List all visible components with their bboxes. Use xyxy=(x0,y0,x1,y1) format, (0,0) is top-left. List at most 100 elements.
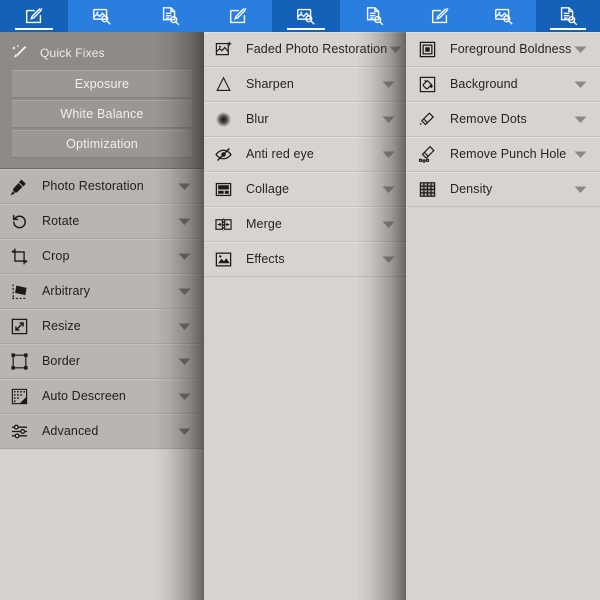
paint-bucket-icon xyxy=(418,75,444,94)
chevron-down-icon[interactable] xyxy=(176,392,192,401)
menu-item-label: Background xyxy=(450,77,518,91)
app-screen: Quick Fixes Exposure White Balance Optim… xyxy=(0,0,600,600)
chevron-down-icon[interactable] xyxy=(176,287,192,296)
menu-item-label: Density xyxy=(450,182,493,196)
menu-item-label: Arbitrary xyxy=(42,284,91,298)
magic-wand-sparkle-icon xyxy=(10,43,36,63)
menu-item-auto-descreen[interactable]: Auto Descreen xyxy=(0,379,204,414)
menu-item-density[interactable]: Density xyxy=(408,172,600,207)
quick-fixes-section: Quick Fixes Exposure White Balance Optim… xyxy=(0,32,204,169)
merge-icon xyxy=(214,215,240,234)
photo-magic-wand-icon xyxy=(295,5,317,27)
chevron-down-icon[interactable] xyxy=(176,427,192,436)
menu-item-label: Photo Restoration xyxy=(42,179,144,193)
tab-edit[interactable] xyxy=(204,0,272,32)
column-photo: Faded Photo Restoration Sharpen Blur Ant… xyxy=(204,0,408,600)
border-icon xyxy=(10,352,36,371)
chevron-down-icon[interactable] xyxy=(572,185,588,194)
tabbar-document xyxy=(408,0,600,32)
menu-item-label: Foreground Boldness xyxy=(450,42,572,56)
pencil-edit-icon xyxy=(429,5,451,27)
menu-item-label: Remove Dots xyxy=(450,112,527,126)
document-menu-list: Foreground Boldness Background Remove Do… xyxy=(408,32,600,207)
quick-fix-optimization-button[interactable]: Optimization xyxy=(12,130,192,158)
panel-edit: Quick Fixes Exposure White Balance Optim… xyxy=(0,32,204,600)
menu-item-photo-restoration[interactable]: Photo Restoration xyxy=(0,169,204,204)
menu-item-label: Remove Punch Hole xyxy=(450,147,567,161)
photo-magic-wand-icon xyxy=(493,5,515,27)
quick-fix-exposure-button[interactable]: Exposure xyxy=(12,70,192,98)
menu-item-crop[interactable]: Crop xyxy=(0,239,204,274)
chevron-down-icon[interactable] xyxy=(387,45,403,54)
menu-item-effects[interactable]: Effects xyxy=(204,242,408,277)
photo-plus-icon xyxy=(214,40,240,59)
chevron-down-icon[interactable] xyxy=(380,255,396,264)
tabbar-photo xyxy=(204,0,408,32)
sliders-icon xyxy=(10,422,36,441)
menu-item-background[interactable]: Background xyxy=(408,67,600,102)
menu-item-arbitrary[interactable]: Arbitrary xyxy=(0,274,204,309)
menu-item-label: Resize xyxy=(42,319,81,333)
menu-item-rotate[interactable]: Rotate xyxy=(0,204,204,239)
menu-item-label: Anti red eye xyxy=(246,147,314,161)
menu-item-collage[interactable]: Collage xyxy=(204,172,408,207)
tab-document[interactable] xyxy=(536,0,600,32)
descreen-halftone-icon xyxy=(10,387,36,406)
tab-photo[interactable] xyxy=(272,0,340,32)
tab-photo[interactable] xyxy=(68,0,136,32)
quick-fixes-header: Quick Fixes xyxy=(0,38,204,68)
eraser-dots-icon xyxy=(418,110,444,129)
menu-item-faded-photo-restoration[interactable]: Faded Photo Restoration xyxy=(204,32,408,67)
photo-menu-list: Faded Photo Restoration Sharpen Blur Ant… xyxy=(204,32,408,277)
tab-edit[interactable] xyxy=(0,0,68,32)
tab-document[interactable] xyxy=(340,0,408,32)
chevron-down-icon[interactable] xyxy=(380,115,396,124)
menu-item-remove-dots[interactable]: Remove Dots xyxy=(408,102,600,137)
triangle-sharpen-icon xyxy=(214,75,240,94)
chevron-down-icon[interactable] xyxy=(176,217,192,226)
menu-item-label: Merge xyxy=(246,217,282,231)
tab-photo[interactable] xyxy=(472,0,536,32)
chevron-down-icon[interactable] xyxy=(176,322,192,331)
menu-item-border[interactable]: Border xyxy=(0,344,204,379)
chevron-down-icon[interactable] xyxy=(380,80,396,89)
chevron-down-icon[interactable] xyxy=(380,185,396,194)
eye-slash-icon xyxy=(214,145,240,164)
chevron-down-icon[interactable] xyxy=(572,45,588,54)
menu-item-remove-punch-hole[interactable]: Remove Punch Hole xyxy=(408,137,600,172)
chevron-down-icon[interactable] xyxy=(176,182,192,191)
pencil-edit-icon xyxy=(227,5,249,27)
resize-diagonal-icon xyxy=(10,317,36,336)
chevron-down-icon[interactable] xyxy=(572,150,588,159)
menu-item-blur[interactable]: Blur xyxy=(204,102,408,137)
tab-edit[interactable] xyxy=(408,0,472,32)
grid-density-icon xyxy=(418,180,444,199)
photo-magic-wand-icon xyxy=(91,5,113,27)
menu-item-merge[interactable]: Merge xyxy=(204,207,408,242)
chevron-down-icon[interactable] xyxy=(176,252,192,261)
document-scan-icon xyxy=(557,5,579,27)
quick-fix-white-balance-button[interactable]: White Balance xyxy=(12,100,192,128)
column-document: Foreground Boldness Background Remove Do… xyxy=(408,0,600,600)
menu-item-label: Advanced xyxy=(42,424,99,438)
menu-item-foreground-boldness[interactable]: Foreground Boldness xyxy=(408,32,600,67)
menu-item-label: Effects xyxy=(246,252,285,266)
chevron-down-icon[interactable] xyxy=(572,115,588,124)
menu-item-resize[interactable]: Resize xyxy=(0,309,204,344)
edit-panel-empty-area xyxy=(0,449,204,600)
chevron-down-icon[interactable] xyxy=(176,357,192,366)
document-scan-icon xyxy=(363,5,385,27)
menu-item-anti-red-eye[interactable]: Anti red eye xyxy=(204,137,408,172)
menu-item-label: Faded Photo Restoration xyxy=(246,42,388,56)
collage-icon xyxy=(214,180,240,199)
chevron-down-icon[interactable] xyxy=(572,80,588,89)
menu-item-label: Rotate xyxy=(42,214,80,228)
tab-document[interactable] xyxy=(136,0,204,32)
menu-item-label: Sharpen xyxy=(246,77,294,91)
menu-item-label: Border xyxy=(42,354,81,368)
edit-panel-body: Quick Fixes Exposure White Balance Optim… xyxy=(0,32,204,449)
menu-item-sharpen[interactable]: Sharpen xyxy=(204,67,408,102)
menu-item-advanced[interactable]: Advanced xyxy=(0,414,204,449)
chevron-down-icon[interactable] xyxy=(380,220,396,229)
chevron-down-icon[interactable] xyxy=(380,150,396,159)
